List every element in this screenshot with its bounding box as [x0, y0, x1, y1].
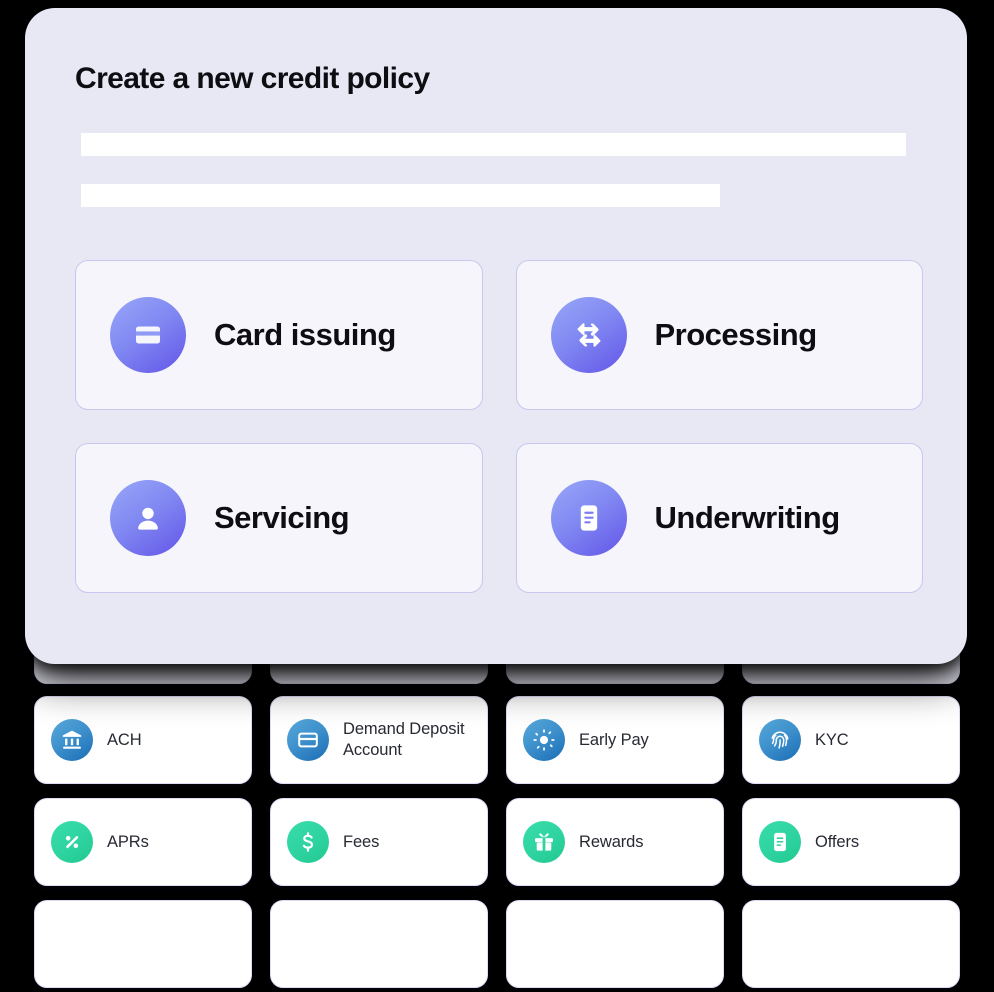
- credit-card-icon: [110, 297, 186, 373]
- policy-type-grid: Card issuing Processing Servicing Underw…: [75, 260, 923, 593]
- list-item-label: KYC: [815, 730, 849, 749]
- gift-icon: [523, 821, 565, 863]
- tile-servicing[interactable]: Servicing: [75, 443, 483, 593]
- list-item-rewards[interactable]: Rewards: [506, 798, 724, 886]
- list-item-ach[interactable]: ACH: [34, 696, 252, 784]
- tile-processing[interactable]: Processing: [515, 260, 923, 410]
- list-item-aprs[interactable]: APRs: [34, 798, 252, 886]
- tile-card-issuing[interactable]: Card issuing: [75, 260, 483, 410]
- document-lines-icon: [550, 480, 627, 556]
- create-credit-policy-modal: Create a new credit policy Card issuing: [25, 8, 967, 664]
- list-item-demand-deposit-account[interactable]: Demand Deposit Account: [270, 696, 488, 784]
- list-item-offers[interactable]: Offers: [742, 798, 960, 886]
- user-person-icon: [110, 480, 186, 556]
- dollar-icon: [287, 821, 329, 863]
- background-row-blue: ACH Demand Deposit Account Early Pay KYC: [34, 696, 960, 784]
- document-icon: [759, 821, 801, 863]
- list-item-fees[interactable]: Fees: [270, 798, 488, 886]
- list-item[interactable]: [34, 900, 252, 988]
- list-item-label: APRs: [107, 832, 149, 851]
- bank-icon: [51, 719, 93, 761]
- list-item-label: Early Pay: [579, 730, 649, 749]
- list-item-label: Demand Deposit Account: [343, 720, 465, 759]
- list-item[interactable]: [270, 900, 488, 988]
- percent-icon: [51, 821, 93, 863]
- background-row-green: APRs Fees Rewards Offers: [34, 798, 960, 886]
- tile-label: Servicing: [214, 500, 350, 535]
- background-row-empty: [34, 900, 960, 988]
- fingerprint-icon: [759, 719, 801, 761]
- list-item[interactable]: [506, 900, 724, 988]
- page-title: Create a new credit policy: [75, 62, 430, 95]
- list-item-early-pay[interactable]: Early Pay: [506, 696, 724, 784]
- refresh-sync-icon: [550, 297, 627, 373]
- tile-label: Underwriting: [654, 500, 841, 535]
- card-icon: [287, 719, 329, 761]
- placeholder-bar-secondary: [81, 184, 720, 207]
- tile-label: Processing: [654, 317, 818, 352]
- tile-underwriting[interactable]: Underwriting: [515, 443, 923, 593]
- list-item-label: Offers: [815, 832, 860, 851]
- sun-icon: [523, 719, 565, 761]
- list-item-kyc[interactable]: KYC: [742, 696, 960, 784]
- list-item-label: Rewards: [579, 832, 644, 851]
- tile-label: Card issuing: [214, 317, 396, 352]
- list-item-label: ACH: [107, 730, 142, 749]
- placeholder-bar-primary: [81, 133, 906, 156]
- list-item-label: Fees: [343, 832, 380, 851]
- list-item[interactable]: [742, 900, 960, 988]
- screenshot-root: ACH Demand Deposit Account Early Pay KYC…: [0, 0, 994, 992]
